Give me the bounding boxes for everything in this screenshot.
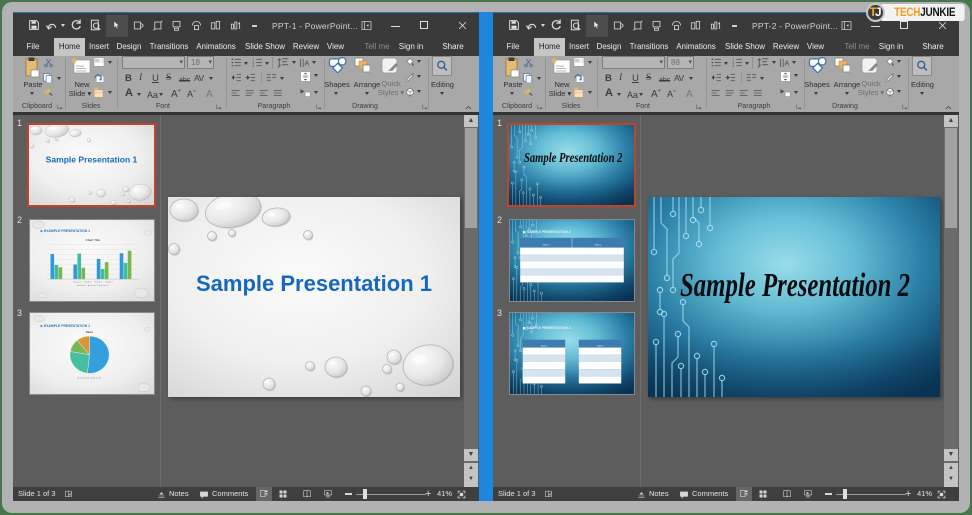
svg-text:Sample Presentation 1: Sample Presentation 1 xyxy=(46,156,138,165)
svg-text:Table 2: Table 2 xyxy=(597,345,605,347)
svg-text:▣ SAMPLE PRESENTATION 2: ▣ SAMPLE PRESENTATION 2 xyxy=(523,326,571,330)
svg-text:Table 1: Table 1 xyxy=(543,245,551,247)
svg-text:3: 3 xyxy=(252,64,254,67)
svg-text:Sample Presentation 2: Sample Presentation 2 xyxy=(680,267,910,304)
svg-text:Table 2: Table 2 xyxy=(594,245,602,247)
svg-text:Sales: Sales xyxy=(86,330,94,334)
svg-text:Sample Presentation 1: Sample Presentation 1 xyxy=(196,271,432,296)
svg-text:A: A xyxy=(785,61,790,68)
svg-text:Group 1 Group 2 Group: Group 1 Group 2 Group 3 Group 4 xyxy=(73,281,113,283)
svg-text:Chart Title: Chart Title xyxy=(86,238,101,242)
svg-text:⊕ EXAMPLE PRESENTATION 1: ⊕ EXAMPLE PRESENTATION 1 xyxy=(40,324,90,328)
svg-text:A: A xyxy=(305,61,310,68)
svg-text:Table 1: Table 1 xyxy=(541,345,549,347)
svg-text:Sample Presentation 2: Sample Presentation 2 xyxy=(524,150,622,165)
svg-text:3: 3 xyxy=(732,64,734,67)
svg-text:⊕ EXAMPLE PRESENTATION 1: ⊕ EXAMPLE PRESENTATION 1 xyxy=(40,229,90,233)
svg-text:▣ SAMPLE PRESENTATION 2: ▣ SAMPLE PRESENTATION 2 xyxy=(523,230,571,234)
